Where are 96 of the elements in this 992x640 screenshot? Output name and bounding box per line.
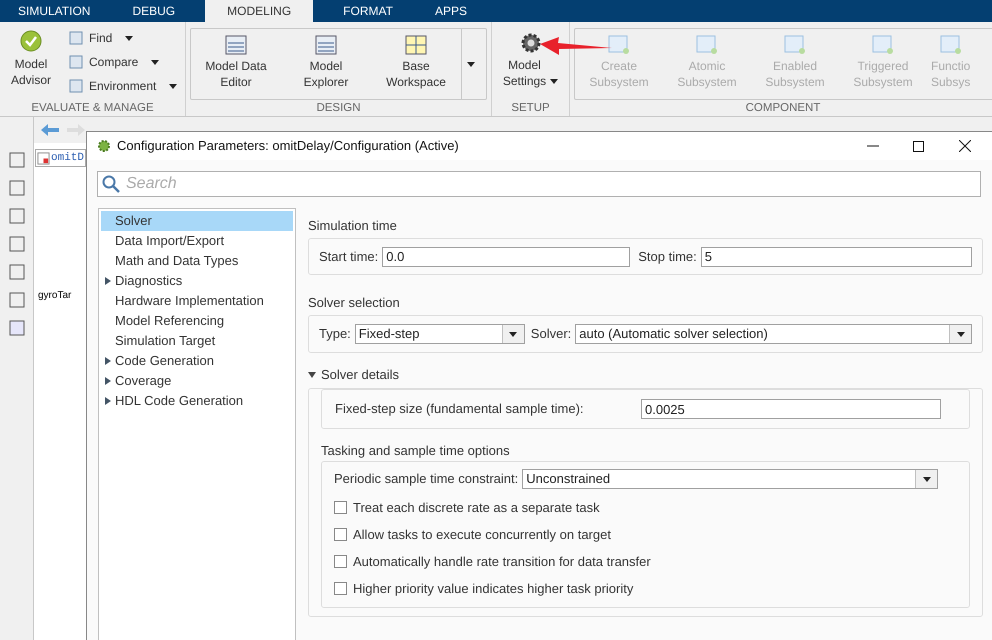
- tree-item[interactable]: Solver: [101, 211, 293, 231]
- ribbon-tab[interactable]: APPS: [422, 0, 479, 22]
- checkbox[interactable]: [334, 582, 347, 595]
- field-label: Stop time:: [638, 248, 697, 266]
- expand-arrow-icon: [308, 371, 316, 379]
- stop-time-field[interactable]: 5: [700, 246, 972, 266]
- field-label: Periodic sample time constraint:: [334, 470, 518, 488]
- caret-icon: [922, 476, 931, 482]
- design-button[interactable]: Model Data Editor: [191, 29, 281, 99]
- group-label: DESIGN: [315, 101, 362, 116]
- annotation-arrow: [540, 36, 612, 56]
- section-heading: Tasking and sample time options: [321, 442, 511, 459]
- type-dropdown[interactable]: Fixed-step: [354, 324, 525, 344]
- start-time-field[interactable]: 0.0: [382, 246, 630, 266]
- caret-icon: [509, 332, 518, 336]
- tool-icon[interactable]: [8, 208, 24, 224]
- caret-icon: [169, 84, 178, 88]
- tool-icon[interactable]: [8, 292, 24, 308]
- tree-item[interactable]: HDL Code Generation: [101, 391, 293, 411]
- model-settings-button[interactable]: Model Settings: [492, 22, 569, 100]
- solver-dropdown[interactable]: auto (Automatic solver selection): [575, 324, 972, 344]
- section-heading: Simulation time: [308, 217, 398, 234]
- window-icon: [225, 35, 247, 55]
- expand-arrow-icon[interactable]: [105, 357, 111, 365]
- section-toggle[interactable]: Solver details: [308, 366, 400, 384]
- checkbox-option[interactable]: Treat each discrete rate as a separate task: [334, 499, 957, 516]
- tree-item[interactable]: Code Generation: [101, 351, 293, 371]
- tree-item[interactable]: Coverage: [101, 371, 293, 391]
- tool-icon[interactable]: [8, 320, 24, 336]
- ribbon-tab[interactable]: SIMULATION: [6, 0, 102, 22]
- checkbox[interactable]: [334, 501, 347, 514]
- ribbon-tab[interactable]: DEBUG: [120, 0, 188, 22]
- tool-icon[interactable]: [8, 236, 24, 252]
- breadcrumb[interactable]: omitD: [35, 148, 86, 168]
- block-icon: [608, 35, 630, 55]
- window-title: Configuration Parameters: omitDelay/Configuration (Active): [117, 137, 459, 156]
- minimize-icon[interactable]: [867, 145, 879, 147]
- ribbon-small-button[interactable]: Environment: [68, 76, 178, 96]
- tree-item[interactable]: Math and Data Types: [101, 251, 293, 271]
- design-button[interactable]: Base Workspace: [371, 29, 461, 99]
- group-label: SETUP: [510, 101, 551, 116]
- checkbox-option[interactable]: Higher priority value indicates higher task priority: [334, 580, 957, 597]
- checkbox[interactable]: [334, 528, 347, 541]
- checkbox-option[interactable]: Automatically handle rate transition for data transfer: [334, 553, 957, 570]
- section-heading: Solver selection: [308, 294, 401, 311]
- block-icon: [784, 35, 806, 55]
- tool-icon: [68, 30, 84, 46]
- model-advisor-button[interactable]: Model Advisor: [6, 28, 56, 100]
- expand-arrow-icon[interactable]: [105, 377, 111, 385]
- window-icon: [315, 35, 337, 55]
- field-label: Solver:: [530, 325, 572, 344]
- checkbox[interactable]: [334, 555, 347, 568]
- tool-icon: [68, 78, 84, 94]
- design-button[interactable]: Model Explorer: [281, 29, 371, 99]
- ribbon-tab[interactable]: MODELING: [205, 0, 314, 22]
- group-label: COMPONENT: [744, 101, 822, 116]
- caret-icon: [466, 62, 474, 66]
- field-label: Start time:: [319, 248, 378, 266]
- search-icon: [102, 175, 120, 193]
- block-icon: [940, 35, 962, 55]
- field-label: Fixed-step size (fundamental sample time):: [335, 400, 585, 418]
- caret-icon: [956, 332, 964, 336]
- ribbon-small-button[interactable]: Compare: [68, 52, 178, 72]
- tool-icon[interactable]: [8, 264, 24, 280]
- step-size-field[interactable]: 0.0025: [641, 399, 941, 419]
- group-label: EVALUATE & MANAGE: [30, 101, 155, 116]
- tree-item[interactable]: Data Import/Export: [101, 231, 293, 251]
- block-icon: [872, 35, 894, 55]
- tool-icon: [68, 54, 84, 70]
- tree-item[interactable]: Simulation Target: [101, 331, 293, 351]
- tool-icon[interactable]: [8, 152, 24, 168]
- gear-icon: [97, 139, 111, 153]
- ribbon-tab[interactable]: FORMAT: [331, 0, 405, 22]
- close-icon[interactable]: [959, 140, 971, 152]
- signal-label: gyroTar: [38, 289, 72, 303]
- back-arrow-icon[interactable]: [40, 123, 60, 137]
- field-label: Type:: [319, 325, 351, 344]
- caret-icon: [550, 79, 558, 84]
- tree-item[interactable]: Diagnostics: [101, 271, 293, 291]
- model-icon: [37, 152, 50, 164]
- checkbox-option[interactable]: Allow tasks to execute concurrently on target: [334, 526, 957, 543]
- checkmark-icon: [20, 30, 42, 52]
- tool-icon[interactable]: [8, 180, 24, 196]
- caret-icon: [151, 60, 160, 64]
- maximize-icon[interactable]: [913, 140, 924, 152]
- ribbon-small-button[interactable]: Find: [68, 28, 178, 48]
- tree-item[interactable]: Hardware Implementation: [101, 291, 293, 311]
- expand-arrow-icon[interactable]: [105, 277, 111, 285]
- constraint-dropdown[interactable]: Unconstrained: [522, 469, 938, 489]
- block-icon: [696, 35, 718, 55]
- search-field[interactable]: Search: [97, 171, 981, 197]
- gear-icon: [520, 32, 542, 54]
- caret-icon: [125, 36, 134, 40]
- window-icon: [405, 35, 427, 55]
- expand-arrow-icon[interactable]: [105, 397, 111, 405]
- tree-item[interactable]: Model Referencing: [101, 311, 293, 331]
